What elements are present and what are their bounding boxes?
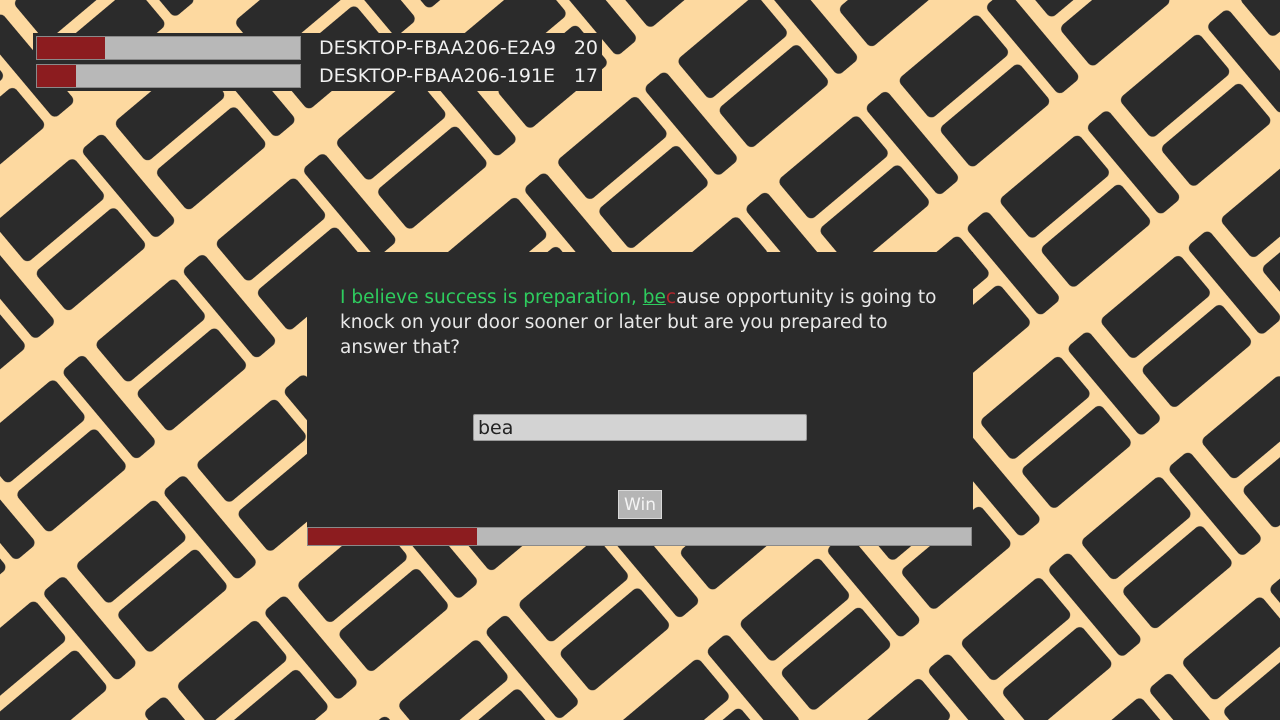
- player-progress-fill: [37, 65, 77, 87]
- player-score: 17: [573, 65, 598, 87]
- leaderboard-row: DESKTOP-FBAA206-191E 17: [33, 63, 602, 89]
- player-score: 20: [573, 37, 598, 59]
- typing-input[interactable]: [473, 414, 807, 441]
- win-button[interactable]: Win: [618, 490, 662, 519]
- leaderboard-row: DESKTOP-FBAA206-E2A9 20: [33, 35, 602, 61]
- quote-error-char: c: [665, 287, 677, 308]
- typing-panel: I believe success is preparation, becaus…: [307, 252, 973, 546]
- leaderboard: DESKTOP-FBAA206-E2A9 20 DESKTOP-FBAA206-…: [33, 33, 602, 91]
- race-progress-bar: [307, 527, 972, 546]
- player-name: DESKTOP-FBAA206-191E: [319, 65, 556, 87]
- quote-current-word-correct: be: [642, 287, 666, 308]
- player-progress-fill: [37, 37, 106, 59]
- quote-text: I believe success is preparation, becaus…: [340, 285, 945, 360]
- race-progress-fill: [308, 528, 478, 545]
- quote-typed-text: I believe success is preparation,: [340, 287, 643, 308]
- player-progress-bar: [36, 64, 301, 88]
- player-progress-bar: [36, 36, 301, 60]
- player-name: DESKTOP-FBAA206-E2A9: [319, 37, 556, 59]
